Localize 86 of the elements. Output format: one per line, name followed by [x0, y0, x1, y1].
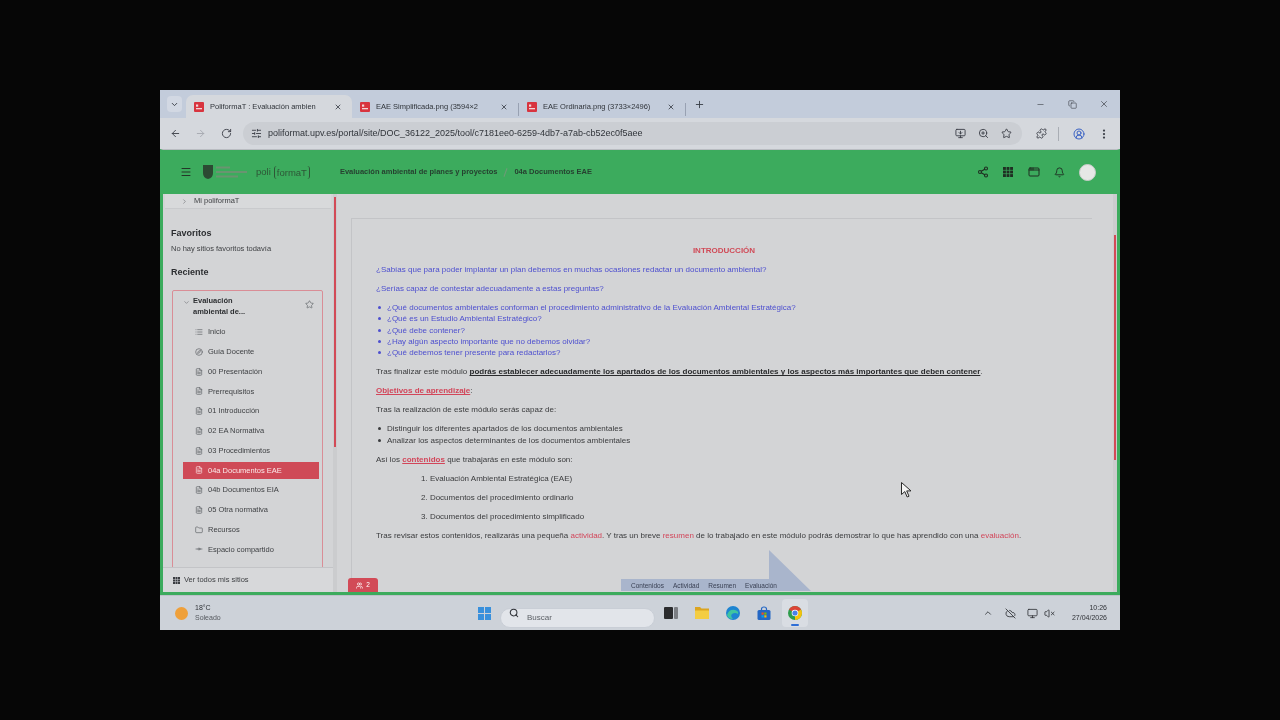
- cloud-off-icon: [1005, 607, 1017, 619]
- question-text: ¿Sabías que para poder implantar un plan debemos en muchas ocasiones redactar un documento ambiental?: [376, 264, 768, 275]
- search-icon: [509, 608, 519, 618]
- document-icon: [195, 446, 203, 455]
- close-icon: [1099, 99, 1109, 109]
- section-title: Reciente: [171, 266, 210, 278]
- list-icon: [195, 328, 203, 336]
- menu-icon: [180, 166, 192, 178]
- share-icon: [976, 166, 989, 178]
- tray-button[interactable]: [1002, 605, 1019, 621]
- swirl-logo-icon: [726, 606, 740, 620]
- monitor-icon: [1027, 607, 1039, 619]
- grid-icon: [173, 576, 180, 584]
- active-indicator: [791, 624, 799, 626]
- document-icon: [195, 466, 203, 475]
- task-view-icon: [664, 606, 678, 620]
- list-item: 3. Documentos del procedimiento simplificado: [421, 510, 586, 522]
- zoom-icon: [977, 128, 989, 139]
- document-icon: [195, 387, 203, 396]
- bell-icon: [1053, 166, 1065, 178]
- list-item: Distinguir los diferentes apartados de los documentos ambientales: [387, 423, 623, 435]
- site-favicon-icon: [360, 101, 370, 112]
- university-logo-icon: [202, 164, 248, 180]
- sliders-icon: [251, 128, 262, 139]
- list-item: 2. Documentos del procedimiento ordinario: [421, 491, 575, 503]
- question-text: ¿Qué documentos ambientales conforman el procedimiento administrativo de la Evaluación Ambiental Estratégica?: [387, 302, 796, 314]
- document-icon: [195, 486, 203, 494]
- sun-icon: [175, 606, 188, 620]
- window-icon: [1027, 166, 1040, 178]
- folder-icon: [695, 606, 709, 620]
- logo-text: poli formaT: [256, 164, 310, 180]
- paragraph: Tras revisar estos contenidos, realizarás una pequeña actividad. Y tras un breve resumen de lo trabajado en este módulo podrás demostrar lo que has aprendido con una evaluación.: [376, 529, 1023, 541]
- round-logo-icon: [788, 606, 802, 620]
- address-field[interactable]: poliformat.upv.es/portal/site/DOC_36122_2025/tool/c7181ee0-6259-4db7-a7ab-cb52ec0f5aee: [243, 122, 1022, 145]
- close-icon: [500, 102, 508, 111]
- store-bag-icon: [757, 606, 771, 620]
- paragraph: Así los contenidos que trabajarás en este módulo son:: [376, 453, 574, 465]
- search-field[interactable]: Buscar: [500, 607, 655, 628]
- restore-icon: [1067, 99, 1077, 109]
- compass-icon: [195, 347, 203, 356]
- question-text: ¿Serías capaz de contestar adecuadamente a estas preguntas?: [376, 283, 605, 294]
- start-icon: [477, 606, 491, 620]
- paragraph: Tras finalizar este módulo podrás establecer adecuadamente los apartados de los documentos ambientales y los aspectos más importantes que deben contener.: [376, 366, 984, 378]
- close-icon: [667, 102, 675, 111]
- grid-icon: [1003, 167, 1013, 177]
- list-item: Analizar los aspectos determinantes de los documentos ambientales: [387, 434, 631, 446]
- question-text: ¿Qué debe contener?: [387, 324, 465, 336]
- document-icon: [195, 426, 203, 435]
- question-text: ¿Qué debemos tener presente para redactarlos?: [387, 347, 561, 359]
- paragraph: Objetivos de aprendizaje:: [376, 385, 474, 397]
- zoom-button[interactable]: [976, 126, 990, 141]
- document-icon: [195, 505, 203, 514]
- list-item: 1. Evaluación Ambiental Estratégica (EAE): [421, 472, 574, 484]
- bullet-icon: [378, 339, 381, 343]
- puzzle-icon: [1035, 128, 1047, 139]
- profile-icon: [1073, 127, 1085, 140]
- section-title: Favoritos: [171, 227, 213, 239]
- close-icon: [334, 102, 342, 111]
- site-favicon-icon: [194, 101, 204, 112]
- start-button[interactable]: [476, 605, 492, 621]
- bookmark-button[interactable]: [999, 126, 1013, 141]
- bullet-icon: [378, 438, 381, 442]
- section-heading: INTRODUCCIÓN: [691, 245, 757, 256]
- bullet-icon: [378, 306, 381, 310]
- scrollbar[interactable]: [1114, 235, 1116, 460]
- bullet-icon: [378, 317, 381, 321]
- scrollbar[interactable]: [334, 197, 336, 447]
- plus-icon: [693, 98, 705, 110]
- monitor-download-icon: [954, 128, 966, 139]
- question-text: ¿Hay algún aspecto importante que no debemos olvidar?: [387, 335, 591, 347]
- document-icon: [195, 407, 203, 415]
- install-button[interactable]: [953, 126, 967, 141]
- bullet-icon: [378, 351, 381, 355]
- people-icon: [356, 581, 364, 589]
- chevron-up-icon: [982, 608, 993, 618]
- question-text: ¿Qué es un Estudio Ambiental Estratégico?: [387, 313, 542, 325]
- bullet-icon: [378, 328, 381, 332]
- paragraph: Tras la realización de este módulo serás capaz de:: [376, 404, 558, 416]
- user-avatar[interactable]: [1079, 163, 1096, 181]
- bullet-icon: [378, 427, 381, 431]
- site-favicon-icon: [527, 101, 537, 112]
- muted-speaker-icon: [1044, 607, 1056, 619]
- document-icon: [195, 367, 203, 376]
- folder-icon: [195, 525, 203, 534]
- star-icon: [1000, 128, 1012, 139]
- mouse-pointer-icon: [901, 482, 912, 498]
